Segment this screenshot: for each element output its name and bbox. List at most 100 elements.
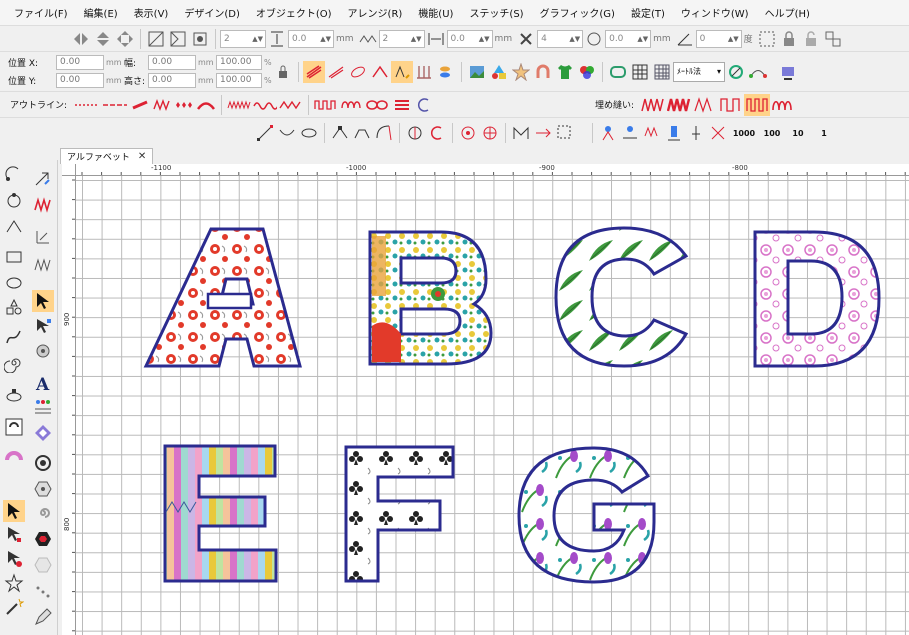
magic-wand-tool[interactable]: [3, 596, 25, 618]
spiral-gray-tool[interactable]: [32, 502, 54, 524]
lock-icon[interactable]: [778, 28, 800, 50]
select-tool[interactable]: [3, 500, 25, 522]
flip-horizontal-button[interactable]: [70, 28, 92, 50]
letter-d[interactable]: [753, 230, 881, 368]
grid-button[interactable]: [629, 61, 651, 83]
diamond-tool[interactable]: [32, 422, 54, 444]
shear-button[interactable]: [167, 28, 189, 50]
outline-dash-button[interactable]: [73, 94, 101, 116]
team-names-tool[interactable]: [32, 396, 54, 418]
outline-loop-button[interactable]: [339, 94, 365, 116]
rectangle-tool[interactable]: [3, 246, 25, 268]
needle-button[interactable]: [685, 122, 707, 144]
select-frame-button[interactable]: [756, 28, 778, 50]
outline-zigzag-button[interactable]: [151, 94, 173, 116]
node-add-tool[interactable]: [3, 164, 25, 186]
close-icon[interactable]: ✕: [138, 151, 146, 162]
hoop-button[interactable]: [607, 61, 629, 83]
step-1-button[interactable]: 1: [811, 122, 837, 144]
width-percent-field[interactable]: 100.00: [216, 55, 262, 70]
menu-design[interactable]: デザイン(D): [184, 5, 240, 20]
lock-ratio-icon[interactable]: [272, 61, 294, 83]
design-canvas[interactable]: [76, 176, 909, 635]
menu-window[interactable]: ウィンドウ(W): [681, 5, 749, 20]
hoop-tool[interactable]: [3, 384, 25, 406]
node-corner-tool[interactable]: [3, 216, 25, 238]
jump-start-button[interactable]: [597, 122, 619, 144]
zigzag-tool[interactable]: [32, 254, 54, 276]
height-percent-field[interactable]: 100.00: [216, 73, 262, 88]
stemstitch-button[interactable]: [413, 61, 435, 83]
fill-loop-button[interactable]: [770, 94, 796, 116]
menu-arrange[interactable]: アレンジ(R): [348, 5, 403, 20]
menu-object[interactable]: オブジェクト(O): [256, 5, 332, 20]
node-select-tool[interactable]: [3, 524, 25, 546]
grid-fine-button[interactable]: [651, 61, 673, 83]
outline-satin-button[interactable]: [129, 94, 151, 116]
node-peak-button[interactable]: [351, 122, 373, 144]
node-star-button[interactable]: [457, 122, 479, 144]
menu-function[interactable]: 機能(U): [418, 5, 453, 20]
height-field[interactable]: 0.00: [148, 73, 196, 88]
freehand-tool[interactable]: [3, 326, 25, 348]
group-icon[interactable]: [822, 28, 844, 50]
colors-button[interactable]: [576, 61, 598, 83]
leaf-stitch-button[interactable]: [347, 61, 369, 83]
node-select-button[interactable]: [554, 122, 576, 144]
horseshoe-button[interactable]: [532, 61, 554, 83]
jump-prev-button[interactable]: [619, 122, 641, 144]
node-join-button[interactable]: [426, 122, 448, 144]
ellipse-tool[interactable]: [3, 272, 25, 294]
sequence-tool[interactable]: [3, 572, 25, 594]
outline-triple-button[interactable]: [278, 94, 304, 116]
node-line-button[interactable]: [254, 122, 276, 144]
angle-spinner[interactable]: 0 ▲▼: [695, 29, 742, 48]
outline-scallop-button[interactable]: [226, 94, 252, 116]
direction-tool[interactable]: [32, 168, 54, 190]
letter-g[interactable]: [517, 446, 656, 584]
node-arrow-button[interactable]: [532, 122, 554, 144]
outline-arch-button[interactable]: [195, 94, 217, 116]
outline-bars-button[interactable]: [391, 94, 413, 116]
contour-stitch-button[interactable]: [391, 60, 413, 83]
fill-stitch-button[interactable]: [325, 61, 347, 83]
circular-count-spinner[interactable]: 4 ▲▼: [537, 29, 584, 48]
node-split-button[interactable]: [404, 122, 426, 144]
column-spacing-spinner[interactable]: 0.0 ▲▼: [446, 29, 493, 48]
outline-diamond-button[interactable]: [173, 94, 195, 116]
letter-e[interactable]: [163, 444, 278, 583]
unlock-icon[interactable]: [800, 28, 822, 50]
menu-view[interactable]: 表示(V): [134, 5, 169, 20]
reshape-tool[interactable]: [32, 290, 54, 312]
menu-edit[interactable]: 編集(E): [84, 5, 118, 20]
star-button[interactable]: [510, 61, 532, 83]
fill-tall-square-button[interactable]: [744, 93, 771, 116]
menu-graphic[interactable]: グラフィック(G): [540, 5, 615, 20]
hexagon-red-tool[interactable]: [32, 528, 54, 550]
flip-vertical-button[interactable]: [92, 28, 114, 50]
pen-tool[interactable]: [32, 606, 54, 628]
letter-c[interactable]: [540, 226, 689, 368]
stitch-back-button[interactable]: [641, 122, 663, 144]
outline-circle-button[interactable]: [413, 94, 435, 116]
letter-a[interactable]: [143, 227, 302, 368]
width-field[interactable]: 0.00: [148, 55, 196, 70]
picture-import-button[interactable]: [466, 61, 488, 83]
menu-stitch[interactable]: ステッチ(S): [469, 5, 523, 20]
fill-n-button[interactable]: [692, 94, 718, 116]
outline-wave-button[interactable]: [252, 94, 278, 116]
stitch-angle-tool[interactable]: [32, 194, 54, 216]
array-count-spinner[interactable]: 2 ▲▼: [220, 29, 266, 48]
node-corner-button[interactable]: [329, 122, 351, 144]
circle-target-tool[interactable]: [32, 452, 54, 474]
satin-stitch-button[interactable]: [303, 60, 325, 83]
mirror-both-button[interactable]: [114, 28, 136, 50]
shapes-button[interactable]: [488, 61, 510, 83]
node-arc-button[interactable]: [373, 122, 395, 144]
color-prev-button[interactable]: [663, 122, 685, 144]
step-10-button[interactable]: 10: [785, 122, 811, 144]
bobbin-tool[interactable]: [32, 340, 54, 362]
outline-dash-long-button[interactable]: [101, 94, 129, 116]
monogram-tool[interactable]: [3, 416, 25, 438]
fish-motif-button[interactable]: [435, 61, 457, 83]
